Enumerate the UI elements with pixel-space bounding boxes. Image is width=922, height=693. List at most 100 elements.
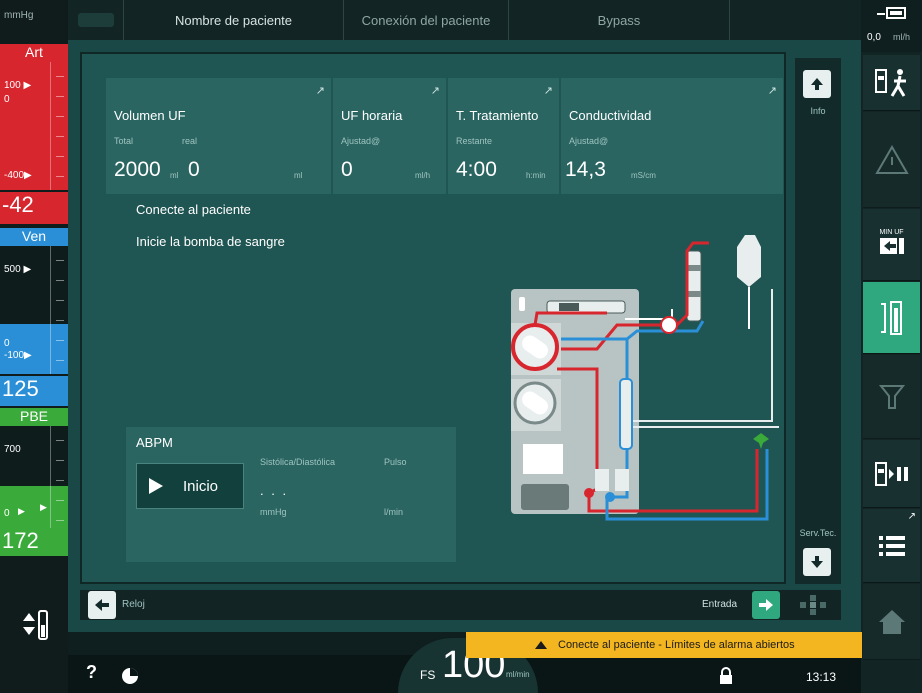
ven-label: Ven (0, 228, 68, 246)
pbe-scale (50, 426, 64, 528)
abpm-unit-mmhg: mmHg (260, 507, 287, 517)
heparin-syringe (546, 300, 626, 314)
conductivity-title: Conductividad (569, 108, 652, 123)
expand-arrow-icon: ↗ (430, 85, 440, 97)
patient-exit-icon (874, 68, 906, 97)
treatment-time-sub: Restante (456, 136, 493, 146)
bottom-nav-bar: Reloj Entrada (80, 590, 841, 620)
scroll-column: Info Serv.Tec. (795, 58, 841, 584)
uf-volume-total-unit: ml (170, 171, 179, 180)
patient-card-button[interactable] (68, 0, 124, 40)
filter-icon (878, 384, 905, 409)
uf-rate-title: UF horaria (341, 108, 403, 123)
uf-volume-real: 0 (188, 158, 200, 181)
tab-patient-name[interactable]: Nombre de paciente (124, 0, 344, 40)
level-adjust-button[interactable] (0, 600, 68, 650)
level-adjust-icon (23, 610, 48, 640)
pbe-value: 172 (0, 528, 68, 556)
pbe-lower-marker: ▶ (18, 506, 25, 516)
circuit-diagram (511, 235, 779, 521)
art-gauge[interactable]: 100 ▶ 0 -400▶ (0, 62, 68, 190)
arrow-right-icon (759, 599, 773, 611)
conductivity-sub: Ajustad@ (569, 136, 609, 146)
ven-gauge[interactable]: 500 ▶ 0 -100▶ (0, 246, 68, 374)
patient-card-icon (77, 13, 114, 27)
pressure-sensor-panel (523, 444, 563, 474)
pager-icon (800, 595, 826, 615)
nav-back-button[interactable] (88, 591, 116, 619)
conductivity-value: 14,3 (565, 158, 606, 181)
pause-icon (874, 461, 908, 486)
alarm-banner[interactable]: Conecte al paciente - Límites de alarma … (466, 632, 862, 658)
scroll-down-button[interactable] (803, 548, 831, 576)
service-label: Serv.Tec. (799, 528, 837, 538)
ven-scale (50, 246, 64, 374)
scroll-up-button[interactable] (803, 70, 831, 98)
ven-bottom-tick: -100▶ (4, 350, 32, 361)
uf-rate-value: 0 (341, 158, 353, 181)
min-uf-label: MIN UF (879, 228, 904, 236)
clock-label: Reloj (122, 599, 145, 610)
uf-volume-real-unit: ml (294, 171, 303, 180)
nav-forward-button[interactable] (752, 591, 780, 619)
menu-button[interactable]: ↗ (863, 509, 920, 583)
blood-flow-unit: ml/min (506, 670, 530, 679)
home-button[interactable] (863, 584, 920, 660)
uf-readout-value: 0,0 (867, 32, 881, 43)
help-button[interactable]: ? (86, 662, 97, 683)
info-label: Info (810, 106, 826, 116)
alarm-triangle-icon (535, 641, 547, 649)
arrow-left-icon (95, 599, 109, 611)
tab-bypass[interactable]: Bypass (509, 0, 730, 40)
abpm-pulse-label: Pulso (384, 457, 407, 467)
patient-connector-icon (753, 433, 769, 449)
abpm-reading: . . . (260, 483, 289, 498)
art-value: -42 (0, 192, 68, 224)
venous-chamber (619, 378, 633, 450)
play-icon (149, 478, 163, 494)
expand-arrow-icon: ↗ (767, 85, 777, 97)
tab-patient-connection[interactable]: Conexión del paciente (344, 0, 509, 40)
expand-arrow-icon: ↗ (543, 85, 553, 97)
list-menu-icon (878, 535, 905, 556)
input-label: Entrada (702, 599, 738, 610)
art-top-tick: 100 ▶ (4, 80, 32, 91)
conductivity-tile[interactable]: ↗ Conductividad Ajustad@ 14,3 mS/cm (561, 78, 783, 194)
uf-rate-tile[interactable]: ↗ UF horaria Ajustad@ 0 ml/h (333, 78, 447, 194)
ven-value: 125 (0, 376, 68, 406)
instruction-connect: Conecte al paciente (136, 202, 251, 217)
right-menu: 0,0 ml/h MIN UF ↗ (861, 0, 922, 693)
home-icon (878, 609, 905, 634)
top-bar: Nombre de paciente Conexión del paciente… (68, 0, 861, 40)
main-area: ↗ Volumen UF Total real 2000 ml 0 ml ↗ U… (68, 40, 861, 632)
disconnect-patient-button[interactable] (863, 55, 920, 111)
min-uf-button[interactable]: MIN UF (863, 209, 920, 281)
uf-volume-tile[interactable]: ↗ Volumen UF Total real 2000 ml 0 ml (106, 78, 332, 194)
system-time: 13:13 (806, 670, 837, 684)
circuit-view-button[interactable] (863, 282, 920, 354)
uf-rate-sub: Ajustad@ (341, 136, 381, 146)
treatment-screen: ↗ Volumen UF Total real 2000 ml 0 ml ↗ U… (80, 52, 786, 584)
treatment-time-unit: h:min (526, 171, 546, 180)
lock-icon[interactable] (718, 666, 734, 686)
clock-icon[interactable] (120, 666, 140, 686)
uf-volume-title: Volumen UF (114, 108, 186, 123)
pressure-unit: mmHg (4, 10, 34, 21)
treatment-time-tile[interactable]: ↗ T. Tratamiento Restante 4:00 h:min (448, 78, 560, 194)
alarm-menu-button[interactable] (863, 112, 920, 208)
art-zero-tick: 0 (4, 94, 10, 105)
uf-volume-total: 2000 (114, 158, 161, 181)
expand-arrow-icon: ↗ (907, 511, 916, 522)
pause-treatment-button[interactable] (863, 440, 920, 508)
substitution-button[interactable] (863, 355, 920, 439)
ven-top-tick: 500 ▶ (4, 264, 32, 275)
pbe-gauge[interactable]: 700 ▶ 0 ▶ (0, 426, 68, 528)
abpm-panel: ABPM Inicio Sistólica/Diastólica Pulso .… (126, 427, 456, 562)
pbe-label: PBE (0, 408, 68, 426)
abpm-start-button[interactable]: Inicio (136, 463, 244, 509)
abpm-systolic-label: Sistólica/Diastólica (260, 457, 336, 467)
pbe-top-tick: 700 (4, 444, 21, 455)
instruction-start-pump: Inicie la bomba de sangre (136, 234, 285, 249)
arrow-up-icon (811, 78, 823, 90)
uf-readout: 0,0 ml/h (861, 0, 922, 52)
